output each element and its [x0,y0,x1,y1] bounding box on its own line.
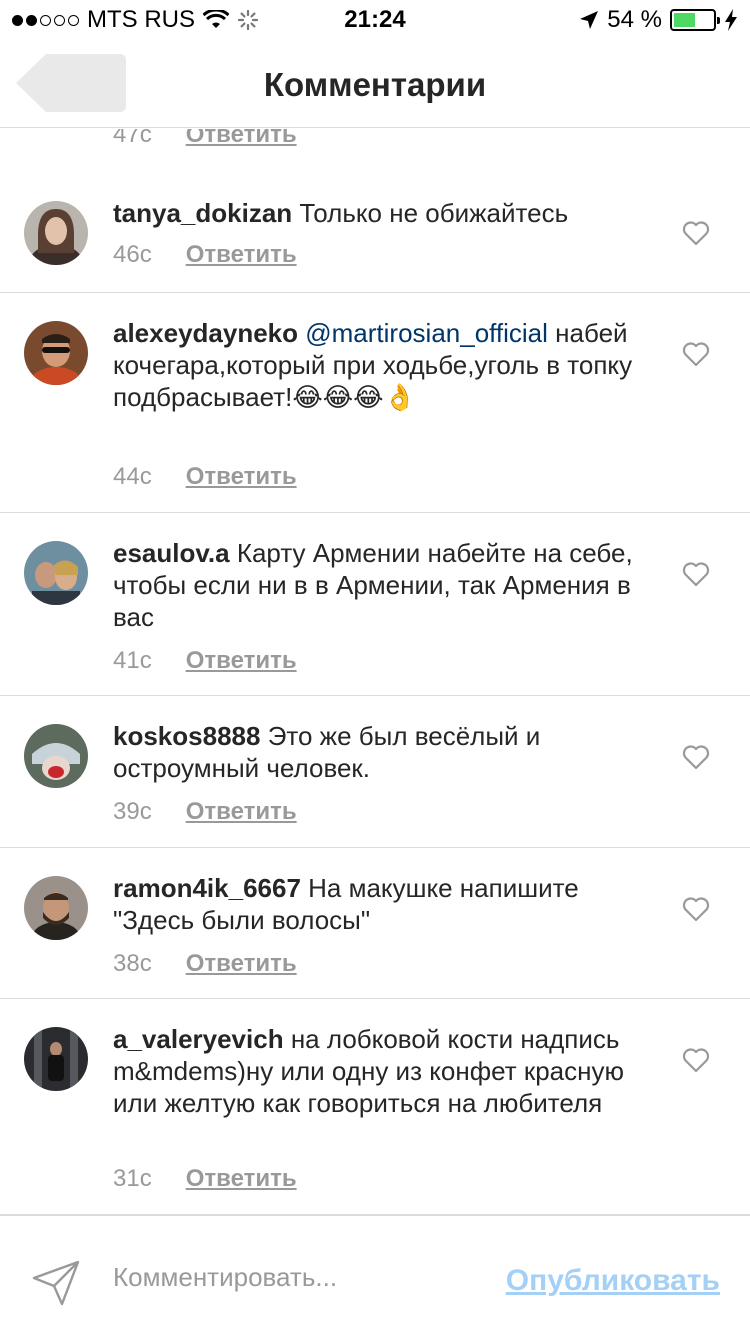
status-right: 54 % [579,6,738,34]
comment-text: ramon4ik_6667 На макушке напишите "Здесь… [113,872,653,936]
comment-meta: 39с Ответить [113,798,297,826]
like-heart-icon[interactable] [682,896,710,922]
reply-button[interactable]: Ответить [186,1165,297,1193]
partial-comment-meta: 47с Ответить [113,129,297,149]
publish-button[interactable]: Опубликовать [506,1264,720,1298]
comment-item: koskos8888 Это же был весёлый и остроумн… [0,696,750,848]
comment-meta: 38с Ответить [113,950,297,978]
comment-body: Только не обижайтесь [299,198,569,228]
comment-text: alexeydayneko @martirosian_official набе… [113,317,653,413]
comment-time: 44с [113,463,152,490]
comment-time: 38с [113,950,152,977]
comment-item: ramon4ik_6667 На макушке напишите "Здесь… [0,848,750,999]
page-title: Комментарии [263,66,487,103]
comments-list[interactable]: 47с Ответить tanya_dokizan Только не оби… [0,129,750,1215]
battery-level [674,13,695,27]
comment-time: 41с [113,647,152,674]
reply-button[interactable]: Ответить [186,463,297,491]
comment-text: koskos8888 Это же был весёлый и остроумн… [113,720,653,784]
like-heart-icon[interactable] [682,220,710,246]
comment-time: 31с [113,1165,152,1192]
avatar[interactable] [24,541,88,605]
comment-text: a_valeryevich на лобковой кости надпись … [113,1023,653,1119]
comment-meta: 41с Ответить [113,647,297,675]
avatar[interactable] [24,724,88,788]
comment-username[interactable]: tanya_dokizan [113,198,292,228]
charging-bolt-icon [725,9,737,31]
avatar[interactable] [24,1027,88,1091]
comment-item: tanya_dokizan Только не обижайтесь 46с О… [0,163,750,293]
reply-button[interactable]: Ответить [186,798,297,826]
avatar[interactable] [24,201,88,265]
comment-meta: 31с Ответить [113,1165,297,1193]
battery-icon [670,9,720,31]
comment-meta: 44с Ответить [113,463,297,491]
comment-username[interactable]: koskos8888 [113,721,260,751]
avatar[interactable] [24,321,88,385]
comment-text: esaulov.a Карту Армении набейте на себе,… [113,537,653,633]
reply-button[interactable]: Ответить [186,129,297,149]
avatar[interactable] [24,876,88,940]
location-arrow-icon [580,11,599,29]
battery-percent: 54 % [607,6,662,33]
like-heart-icon[interactable] [682,744,710,770]
reply-button[interactable]: Ответить [186,647,297,675]
reply-button[interactable]: Ответить [186,950,297,978]
comment-meta: 46с Ответить [113,241,297,269]
comment-username[interactable]: esaulov.a [113,538,230,568]
comment-username[interactable]: ramon4ik_6667 [113,873,301,903]
comment-item: alexeydayneko @martirosian_official набе… [0,293,750,513]
like-heart-icon[interactable] [682,341,710,367]
comment-item: a_valeryevich на лобковой кости надпись … [0,999,750,1215]
send-direct-icon[interactable] [32,1260,80,1306]
nav-header: Комментарии [0,40,750,128]
comment-composer: Опубликовать [0,1215,750,1334]
comment-username[interactable]: a_valeryevich [113,1024,284,1054]
comment-time: 47с [113,129,152,148]
comment-time: 39с [113,798,152,825]
like-heart-icon[interactable] [682,1047,710,1073]
reply-button[interactable]: Ответить [186,241,297,269]
comment-item: esaulov.a Карту Армении набейте на себе,… [0,513,750,696]
comment-mention[interactable]: @martirosian_official [305,318,548,348]
comment-input[interactable] [113,1262,453,1293]
comment-time: 46с [113,241,152,268]
like-heart-icon[interactable] [682,561,710,587]
comment-text: tanya_dokizan Только не обижайтесь [113,197,653,229]
status-bar: MTS RUS 21:24 54 % [0,0,750,40]
comment-username[interactable]: alexeydayneko [113,318,298,348]
